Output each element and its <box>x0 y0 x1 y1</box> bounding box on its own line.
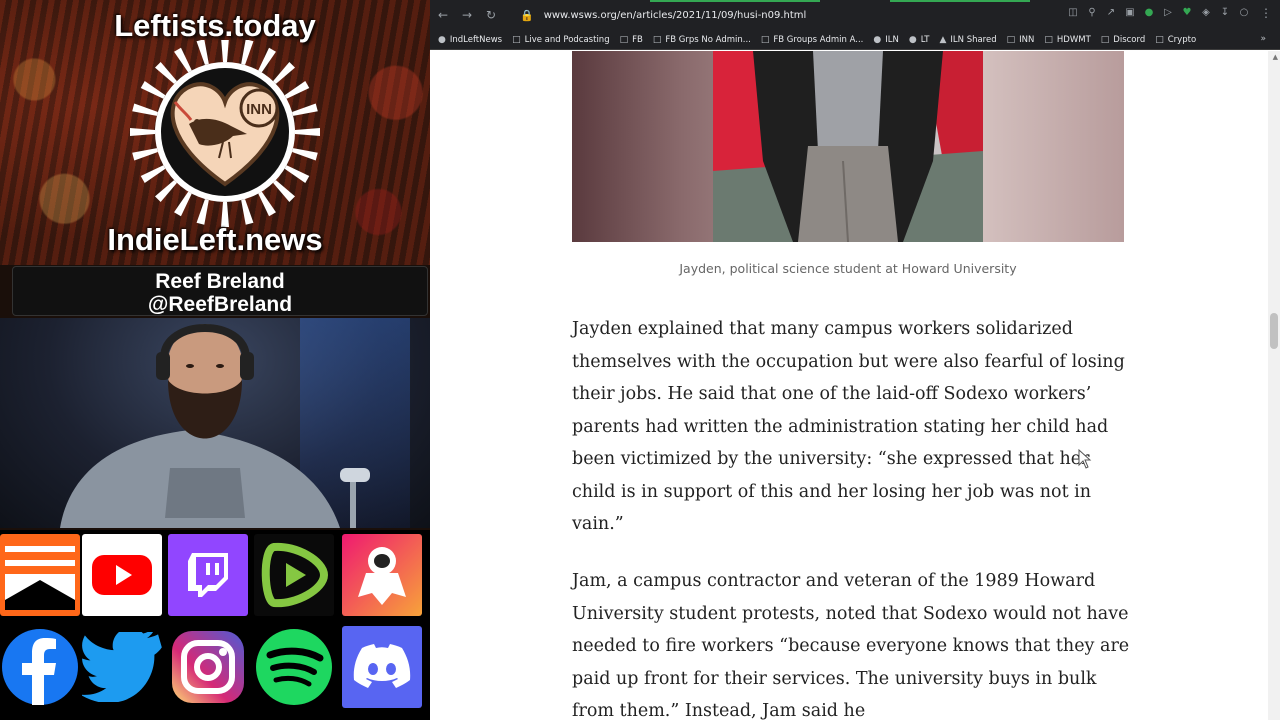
reader-mode-icon[interactable]: ◫ <box>1067 7 1079 19</box>
browser-window: ← → ↻ 🔒 www.wsws.org/en/articles/2021/11… <box>430 0 1280 720</box>
menu-dots-icon[interactable]: ⋮ <box>1260 6 1272 20</box>
address-bar[interactable]: www.wsws.org/en/articles/2021/11/09/husi… <box>544 10 807 21</box>
bookmark-label: Live and Podcasting <box>524 34 610 45</box>
bookmark-label: INN <box>1019 34 1035 45</box>
share-icon[interactable]: ↗ <box>1105 7 1117 19</box>
rumble-icon[interactable] <box>254 534 334 616</box>
bookmark-label: HDWMT <box>1056 34 1091 45</box>
bookmark-item[interactable]: ● IndLeftNews <box>438 35 502 45</box>
tab-loading-indicator <box>890 0 1030 2</box>
bookmark-item[interactable]: □ Crypto <box>1155 35 1196 45</box>
drive-icon: ▲ <box>939 34 947 45</box>
bookmark-label: Crypto <box>1167 34 1197 45</box>
inn-logo: INN <box>130 40 320 227</box>
bookmark-label: IndLeftNews <box>449 34 503 45</box>
twitter-icon[interactable] <box>82 626 162 708</box>
bookmarks-overflow-icon[interactable]: » <box>1260 34 1266 44</box>
logo-badge-text: INN <box>246 101 272 118</box>
streamer-handle: @ReefBreland <box>147 293 293 316</box>
bookmark-label: FB Grps No Admin... <box>665 34 751 45</box>
streamer-video <box>60 324 370 528</box>
photo-caption: Jayden, political science student at How… <box>679 261 1017 276</box>
reload-icon[interactable]: ↻ <box>480 4 502 26</box>
forward-arrow-icon[interactable]: → <box>456 4 478 26</box>
article-page: Jayden, political science student at How… <box>430 51 1268 720</box>
bookmarks-bar: ● IndLeftNews □ Live and Podcasting □ FB □ FB G… <box>430 30 1280 50</box>
site-icon: ● <box>438 34 446 45</box>
heart-icon[interactable]: ♥ <box>1181 7 1193 19</box>
download-icon[interactable]: ↧ <box>1219 7 1231 19</box>
substack-icon[interactable] <box>0 534 80 616</box>
stream-overlay: Leftists.today INN IndieLeft.news Reef B… <box>0 0 430 720</box>
article-paragraph: Jam, a campus contractor and veteran of … <box>572 571 1130 720</box>
play-icon[interactable]: ▷ <box>1162 7 1174 19</box>
brand-title-bottom: IndieLeft.news <box>107 222 323 257</box>
streamer-name: Reef Breland <box>155 270 285 293</box>
bookmark-item[interactable]: □ FB Groups Admin A... <box>761 35 864 45</box>
facebook-icon[interactable] <box>0 626 80 708</box>
youtube-icon[interactable] <box>82 534 162 616</box>
profile-icon[interactable]: ○ <box>1238 7 1250 19</box>
bookmark-label: FB <box>632 34 643 45</box>
tab-loading-indicator <box>650 0 820 2</box>
bookmark-item[interactable]: ▲ ILN Shared <box>939 35 996 45</box>
folder-icon: □ <box>619 34 629 45</box>
folder-icon: □ <box>512 34 521 45</box>
scroll-up-icon[interactable]: ▲ <box>1273 53 1278 61</box>
bookmark-item[interactable]: ● ILN <box>873 35 898 45</box>
twitch-icon[interactable] <box>168 534 248 616</box>
bookmark-item[interactable]: □ HDWMT <box>1044 35 1090 45</box>
bookmark-item[interactable]: □ FB Grps No Admin... <box>653 35 751 45</box>
mouse-cursor-icon <box>1078 449 1092 469</box>
spotify-icon[interactable] <box>254 626 334 708</box>
folder-icon: □ <box>1155 34 1164 45</box>
webcam-feed <box>0 318 430 528</box>
bookmark-label: ILN Shared <box>950 34 997 45</box>
folder-icon: □ <box>1100 34 1110 45</box>
bookmark-item[interactable]: □ Discord <box>1101 35 1145 45</box>
extensions-icon[interactable]: ◈ <box>1200 7 1212 19</box>
scroll-thumb[interactable] <box>1270 313 1278 349</box>
folder-icon: □ <box>760 34 770 45</box>
article-photo <box>572 51 1124 242</box>
folder-icon: □ <box>1044 34 1053 45</box>
discord-icon[interactable] <box>342 626 422 708</box>
zoom-icon[interactable]: ⚲ <box>1086 7 1098 19</box>
extension-icons: ◫ ⚲ ↗ ▣ ● ▷ ♥ ◈ ↧ ○ <box>1067 7 1250 19</box>
bookmark-label: LT <box>920 34 930 45</box>
bookmark-item[interactable]: □ INN <box>1007 35 1035 45</box>
brand-title-top: Leftists.today <box>114 8 316 43</box>
bookmark-label: FB Groups Admin A... <box>773 34 864 45</box>
folder-icon: □ <box>1006 34 1016 45</box>
bookmark-item[interactable]: □ Live and Podcasting <box>512 35 609 45</box>
streamer-name-plate: Reef Breland @ReefBreland <box>12 266 428 316</box>
site-icon: ● <box>908 34 917 45</box>
bookmark-item[interactable]: □ FB <box>620 35 643 45</box>
odysee-icon[interactable] <box>342 534 422 616</box>
instagram-icon[interactable] <box>168 626 248 708</box>
browser-toolbar: ← → ↻ 🔒 www.wsws.org/en/articles/2021/11… <box>430 0 1280 30</box>
site-icon: ● <box>873 34 882 45</box>
student-photo <box>713 51 983 242</box>
page-scrollbar[interactable]: ▲ <box>1268 51 1280 720</box>
bookmark-label: Discord <box>1113 34 1146 45</box>
lock-icon: 🔒 <box>520 8 534 22</box>
screenshot-icon[interactable]: ▣ <box>1124 7 1136 19</box>
folder-icon: □ <box>652 34 662 45</box>
social-links <box>0 530 430 720</box>
article-paragraph: Jayden explained that many campus worker… <box>572 319 1125 534</box>
back-arrow-icon[interactable]: ← <box>432 4 454 26</box>
bookmark-item[interactable]: ● LT <box>909 35 930 45</box>
bookmark-label: ILN <box>885 34 899 45</box>
shield-icon[interactable]: ● <box>1143 7 1155 19</box>
